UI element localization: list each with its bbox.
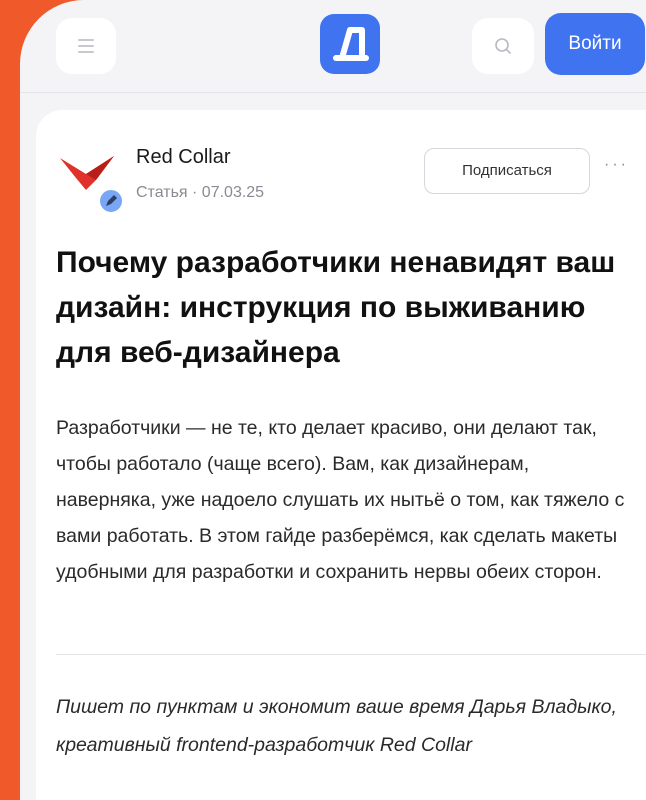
divider xyxy=(56,654,646,655)
more-options-icon[interactable]: ··· xyxy=(604,156,629,174)
subscribe-button[interactable]: Подписаться xyxy=(424,148,590,194)
article-byline: Пишет по пунктам и экономит ваше время Д… xyxy=(56,696,617,756)
article-title: Почему разработчики ненавидят ваш дизайн… xyxy=(56,246,616,369)
phone-screen: Войти Red Collar Статья · 07.03.25 Подпи… xyxy=(20,0,646,800)
login-button[interactable]: Войти xyxy=(545,13,645,75)
app-logo-icon[interactable] xyxy=(320,14,380,74)
author-name[interactable]: Red Collar xyxy=(136,146,230,169)
search-icon xyxy=(495,38,511,54)
search-button[interactable] xyxy=(472,18,534,74)
article-card: Red Collar Статья · 07.03.25 Подписаться… xyxy=(36,110,646,800)
pencil-badge-icon xyxy=(98,188,124,214)
menu-button[interactable] xyxy=(56,18,116,74)
article-lead: Разработчики — не те, кто делает красиво… xyxy=(56,417,625,583)
author-avatar[interactable] xyxy=(56,144,124,214)
post-meta: Статья · 07.03.25 xyxy=(136,184,265,201)
app-header: Войти xyxy=(20,0,646,93)
